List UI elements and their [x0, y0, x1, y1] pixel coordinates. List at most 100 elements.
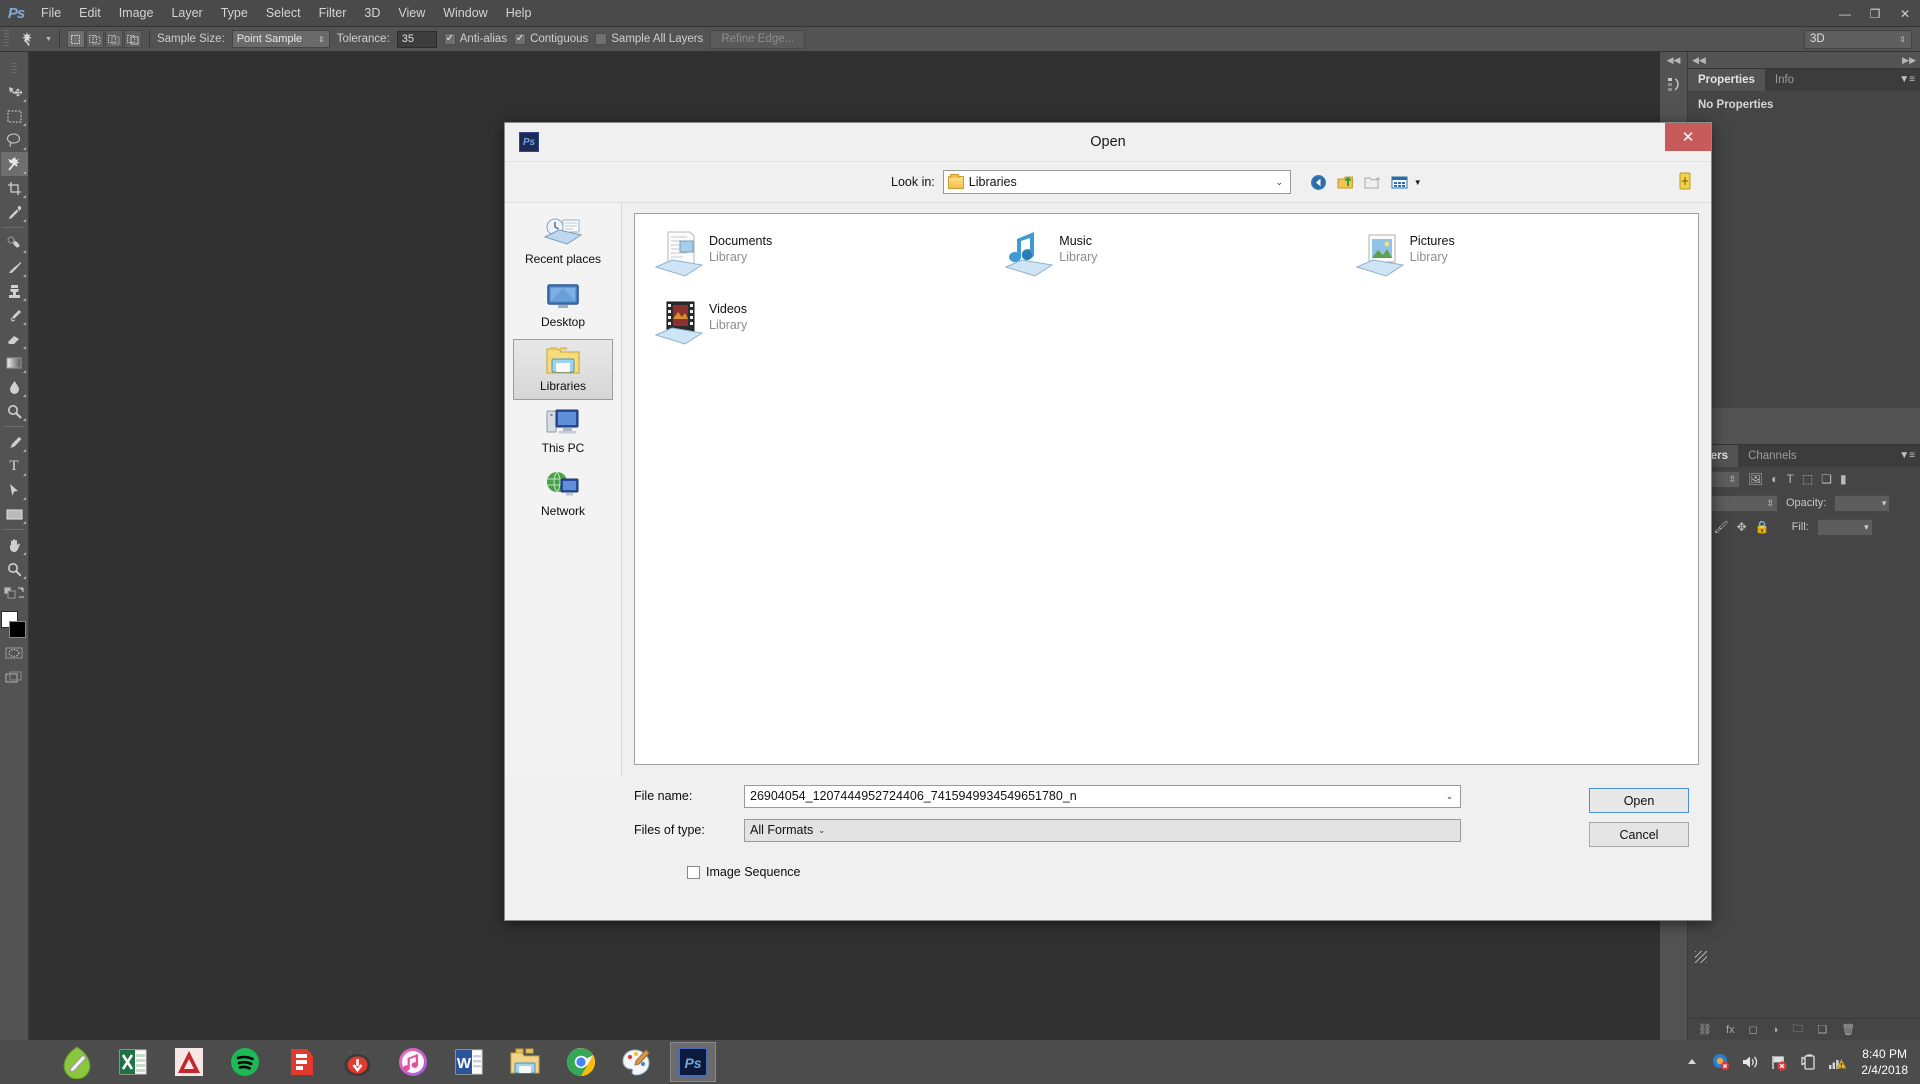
menu-filter[interactable]: Filter: [310, 2, 356, 24]
eraser-tool[interactable]: [1, 327, 28, 351]
crop-tool[interactable]: [1, 176, 28, 200]
menu-help[interactable]: Help: [497, 2, 541, 24]
rectangle-tool[interactable]: [1, 502, 28, 526]
place-libraries[interactable]: Libraries: [513, 339, 613, 400]
dialog-title-bar[interactable]: Ps Open ✕: [505, 123, 1711, 162]
menu-layer[interactable]: Layer: [162, 2, 211, 24]
menu-window[interactable]: Window: [434, 2, 496, 24]
menu-file[interactable]: File: [32, 2, 70, 24]
taskbar-item-coreldraw[interactable]: [54, 1042, 100, 1082]
intersect-selection-button[interactable]: [123, 30, 142, 48]
filter-shape-icon[interactable]: ⬚: [1802, 472, 1813, 486]
fill-input[interactable]: ▾: [1816, 518, 1873, 536]
foreground-background-colors[interactable]: [0, 611, 28, 641]
delete-layer-icon[interactable]: 🗑: [1841, 1023, 1855, 1036]
tab-info[interactable]: Info: [1764, 69, 1805, 91]
taskbar-item-file-explorer[interactable]: [502, 1042, 548, 1082]
list-item[interactable]: Videos Library: [641, 294, 991, 362]
taskbar-item-chrome[interactable]: [558, 1042, 604, 1082]
filter-type-icon[interactable]: T: [1786, 472, 1793, 486]
list-item[interactable]: Pictures Library: [1342, 226, 1692, 294]
files-of-type-select[interactable]: All Formats ⌄: [744, 818, 1461, 842]
filter-smart-object-icon[interactable]: ❏: [1821, 472, 1832, 486]
refine-edge-button[interactable]: Refine Edge...: [710, 29, 806, 49]
taskbar-item-word[interactable]: W: [446, 1042, 492, 1082]
image-sequence-checkbox[interactable]: Image Sequence: [687, 865, 1697, 879]
add-to-selection-button[interactable]: [85, 30, 104, 48]
new-layer-icon[interactable]: ❏: [1817, 1023, 1827, 1036]
blur-tool[interactable]: [1, 375, 28, 399]
action-center-icon[interactable]: [1770, 1053, 1788, 1071]
show-hidden-icons-icon[interactable]: [1683, 1053, 1701, 1071]
default-colors-icon[interactable]: [1, 581, 28, 605]
subtract-from-selection-button[interactable]: [104, 30, 123, 48]
background-color-swatch[interactable]: [9, 621, 26, 638]
menu-3d[interactable]: 3D: [355, 2, 389, 24]
pen-tool[interactable]: [1, 430, 28, 454]
close-button[interactable]: ✕: [1890, 0, 1920, 27]
toolbar-grip[interactable]: [1, 56, 28, 80]
up-one-level-icon[interactable]: [1336, 172, 1356, 192]
file-list-view[interactable]: Documents Library Music Library Pictures…: [634, 213, 1699, 765]
clone-stamp-tool[interactable]: [1, 279, 28, 303]
dialog-close-button[interactable]: ✕: [1665, 123, 1711, 151]
filter-adjustment-icon[interactable]: ◐: [1771, 472, 1778, 486]
dialog-resize-grip[interactable]: [1695, 951, 1707, 963]
zoom-tool[interactable]: [1, 557, 28, 581]
path-selection-tool[interactable]: [1, 478, 28, 502]
workspace-select[interactable]: 3D ⇳: [1804, 29, 1912, 49]
open-button[interactable]: Open: [1589, 788, 1689, 813]
panel-menu-icon[interactable]: ▼≡: [1899, 74, 1915, 85]
menu-view[interactable]: View: [389, 2, 434, 24]
place-this-pc[interactable]: This PC: [513, 402, 613, 463]
list-item[interactable]: Documents Library: [641, 226, 991, 294]
look-in-select[interactable]: Libraries ⌄: [942, 170, 1291, 194]
spot-healing-brush-tool[interactable]: [1, 231, 28, 255]
taskbar-clock[interactable]: 8:40 PM 2/4/2018: [1861, 1046, 1908, 1078]
taskbar-item-photoshop[interactable]: Ps: [670, 1042, 716, 1082]
tool-preset-chevron-icon[interactable]: ▼: [45, 36, 52, 43]
filter-image-icon[interactable]: 🖼: [1748, 472, 1763, 486]
new-library-icon[interactable]: [1677, 172, 1695, 192]
lock-position-icon[interactable]: ✥: [1737, 520, 1747, 534]
menu-select[interactable]: Select: [257, 2, 310, 24]
collapse-panels-icon[interactable]: ◀◀: [1660, 52, 1687, 68]
hand-tool[interactable]: [1, 533, 28, 557]
sample-size-select[interactable]: Point Sample ⇳: [231, 30, 330, 48]
opacity-input[interactable]: ▾: [1834, 494, 1891, 512]
screen-mode-button[interactable]: [1, 665, 28, 689]
start-button[interactable]: [0, 1040, 54, 1084]
new-group-icon[interactable]: 🗀: [1792, 1020, 1803, 1039]
taskbar-item-autocad[interactable]: [166, 1042, 212, 1082]
taskbar-item-excel[interactable]: [110, 1042, 156, 1082]
quick-mask-mode-button[interactable]: [1, 641, 28, 665]
back-icon[interactable]: [1309, 172, 1329, 192]
rectangular-marquee-tool[interactable]: [1, 104, 28, 128]
gradient-tool[interactable]: [1, 351, 28, 375]
restore-button[interactable]: ❐: [1860, 0, 1890, 27]
lasso-tool[interactable]: [1, 128, 28, 152]
volume-icon[interactable]: [1741, 1053, 1759, 1071]
network-icon[interactable]: [1828, 1053, 1847, 1071]
magic-wand-tool[interactable]: [0, 152, 28, 176]
eyedropper-tool[interactable]: [1, 200, 28, 224]
place-network[interactable]: Network: [513, 465, 613, 526]
sample-all-layers-checkbox[interactable]: Sample All Layers: [595, 33, 703, 45]
antivirus-icon[interactable]: [1712, 1053, 1730, 1071]
lock-image-pixels-icon[interactable]: 🖌: [1713, 520, 1728, 534]
taskbar-item-downloader[interactable]: [334, 1042, 380, 1082]
files-of-type-chevron-icon[interactable]: ⌄: [813, 825, 830, 836]
dock-collapse-bar[interactable]: ◀◀ ▶▶: [1688, 52, 1920, 68]
tab-channels[interactable]: Channels: [1738, 445, 1807, 467]
views-icon[interactable]: [1390, 172, 1410, 192]
minimize-button[interactable]: —: [1830, 0, 1860, 27]
taskbar-item-paint[interactable]: [614, 1042, 660, 1082]
dodge-tool[interactable]: [1, 399, 28, 423]
taskbar-item-spotify[interactable]: [222, 1042, 268, 1082]
menu-edit[interactable]: Edit: [70, 2, 110, 24]
move-tool[interactable]: [1, 80, 28, 104]
layers-panel-menu-icon[interactable]: ▼≡: [1899, 450, 1915, 461]
contiguous-checkbox[interactable]: ✓ Contiguous: [514, 33, 588, 45]
taskbar-item-itunes[interactable]: [390, 1042, 436, 1082]
place-recent-places[interactable]: Recent places: [513, 213, 613, 274]
